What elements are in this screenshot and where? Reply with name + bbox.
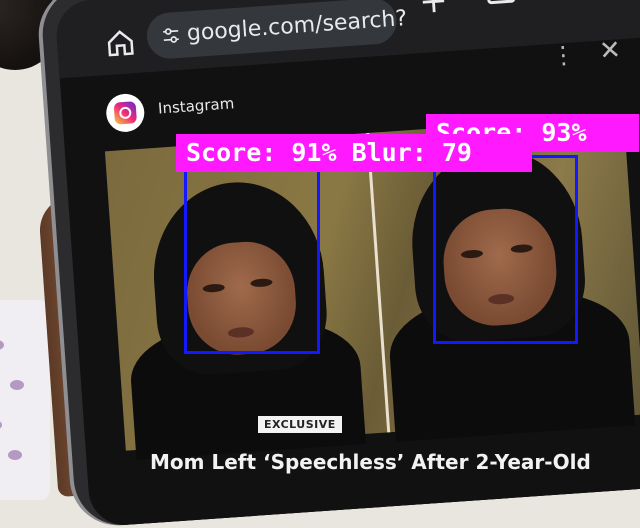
site-settings-icon[interactable] (160, 25, 181, 46)
url-text: google.com/search? (186, 6, 408, 47)
face-bounding-box-left (184, 168, 320, 354)
more-options-icon[interactable]: ⋮ (550, 40, 576, 70)
address-bar[interactable]: google.com/search? (145, 0, 408, 61)
tab-switcher-icon[interactable] (486, 0, 516, 5)
exclusive-badge: EXCLUSIVE (258, 416, 342, 433)
new-tab-icon[interactable]: + (418, 0, 449, 22)
source-name: Instagram (157, 94, 235, 118)
face-bounding-box-right (433, 155, 578, 344)
background-shirt (0, 300, 50, 500)
detection-label-left: Score: 91% Blur: 79 (176, 134, 532, 172)
article-headline[interactable]: Mom Left ‘Speechless’ After 2-Year-Old (150, 450, 591, 474)
image-divider (366, 132, 391, 433)
close-icon[interactable]: ✕ (598, 35, 622, 66)
home-icon[interactable] (104, 27, 136, 59)
instagram-logo (105, 92, 146, 134)
